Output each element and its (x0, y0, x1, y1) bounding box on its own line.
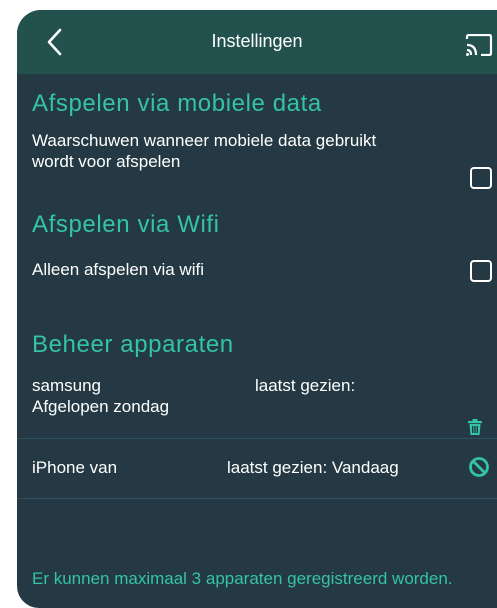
cast-button[interactable] (465, 33, 493, 57)
max-devices-note: Er kunnen maximaal 3 apparaten geregistr… (32, 569, 453, 588)
warn-label-line1: Waarschuwen wanneer mobiele data gebruik… (32, 131, 377, 150)
section-title-devices: Beheer apparaten (32, 331, 234, 358)
warn-mobile-data-checkbox[interactable] (470, 167, 492, 189)
divider (17, 438, 497, 439)
section-title-wifi: Afspelen via Wifi (32, 211, 220, 238)
device-last-seen: laatst gezien: Vandaag (227, 458, 399, 477)
top-bar: Instellingen (17, 10, 497, 74)
warn-label-line2: wordt voor afspelen (32, 152, 181, 171)
divider (17, 498, 497, 499)
settings-screen: Instellingen Afspelen via mobiele data W… (17, 10, 497, 608)
block-device-button[interactable] (468, 456, 490, 483)
delete-device-button[interactable] (468, 419, 482, 440)
section-title-mobile-data: Afspelen via mobiele data (32, 90, 322, 117)
warn-mobile-data-label: Waarschuwen wanneer mobiele data gebruik… (32, 130, 472, 172)
device-name: iPhone van (32, 458, 118, 477)
device-name: samsung (32, 376, 101, 395)
page-title: Instellingen (211, 31, 303, 51)
block-icon (469, 457, 489, 477)
only-wifi-checkbox[interactable] (470, 260, 492, 282)
device-last-seen: laatst gezien: (255, 376, 356, 395)
device-last-seen-value: Afgelopen zondag (32, 397, 170, 416)
trash-icon (468, 419, 482, 435)
only-wifi-label: Alleen afspelen via wifi (32, 260, 204, 279)
cast-icon (465, 33, 493, 57)
